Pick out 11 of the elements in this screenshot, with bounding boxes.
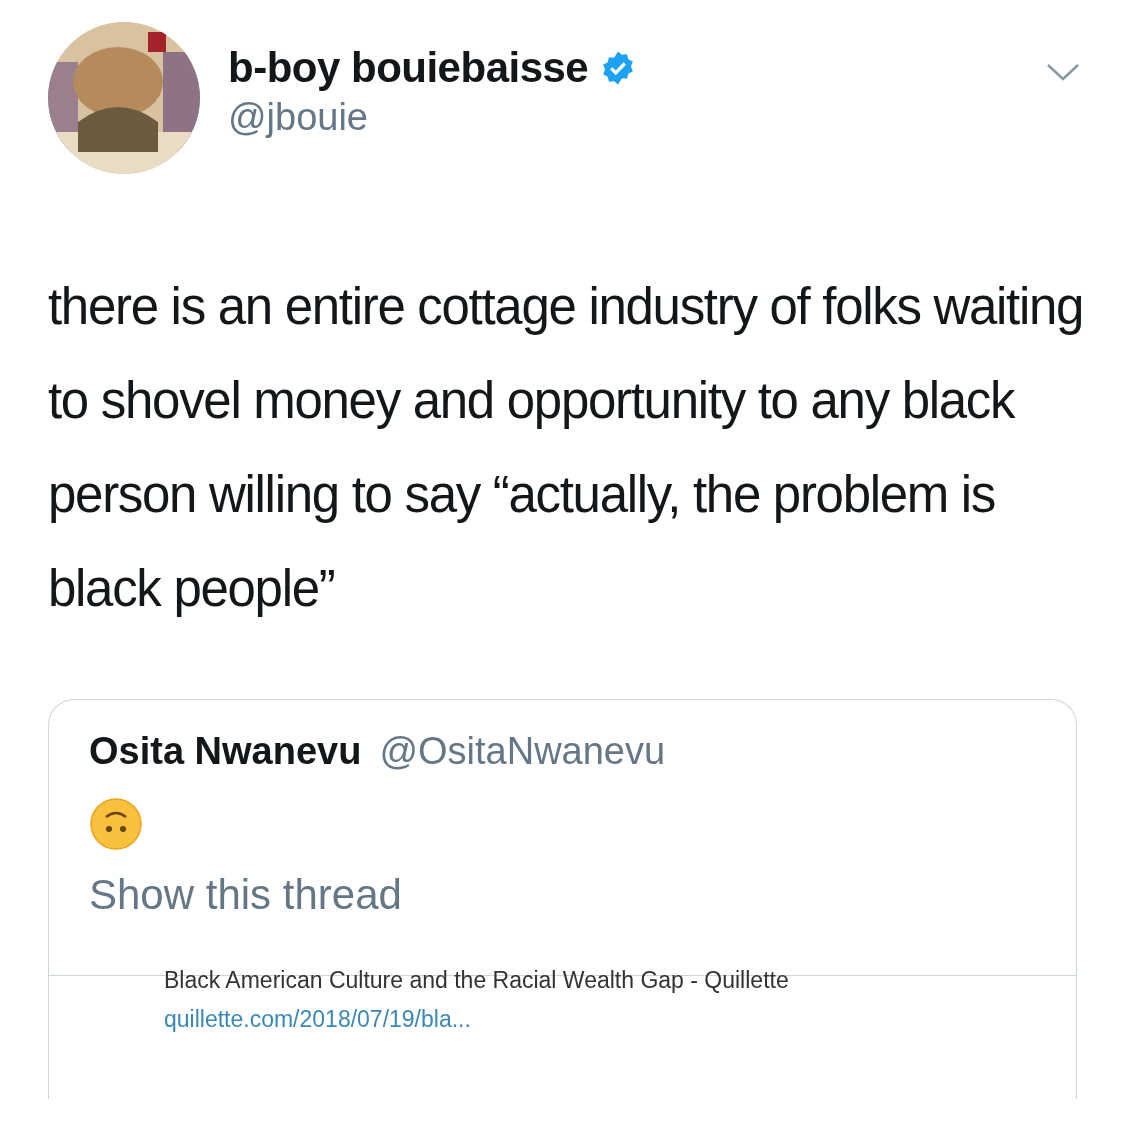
quoted-tweet-card[interactable]: Osita Nwanevu @OsitaNwanevu Show this thread Black American Culture and the Racial Wealth Gap - Quillette quillette.com/2018/07/19/bla... [48,699,1077,1099]
emoji-icon [89,797,143,851]
quoted-user-handle[interactable]: @OsitaNwanevu [379,730,666,773]
chevron-icon[interactable] [1046,62,1080,82]
link-url[interactable]: quillette.com/2018/07/19/bla... [164,1006,471,1033]
tweet-text: there is an entire cottage industry of folks waiting to shovel money and opportunity to any black person willing to say “actually, the problem is black people” [48,277,1085,619]
show-thread-link[interactable]: Show this thread [89,871,402,919]
quoted-display-name[interactable]: Osita Nwanevu [89,730,362,773]
user-handle[interactable]: @jbouie [228,96,1046,139]
link-title: Black American Culture and the Racial Wealth Gap - Quillette [164,968,790,992]
display-name[interactable]: b-boy bouiebaisse [228,44,589,92]
